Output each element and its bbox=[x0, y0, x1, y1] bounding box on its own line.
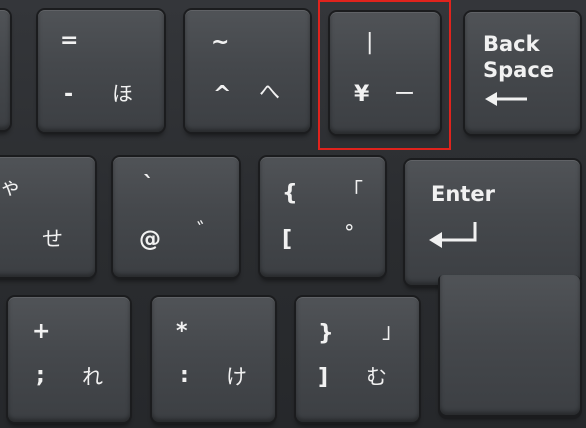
key-enter-lower[interactable] bbox=[440, 275, 580, 415]
legend-top: ` bbox=[143, 173, 154, 198]
legend-kana: ° bbox=[344, 221, 355, 245]
key-minus-ho[interactable]: = - ほ bbox=[38, 10, 164, 132]
legend-kana: む bbox=[366, 365, 387, 389]
legend-kana: け bbox=[226, 365, 247, 389]
legend-bottom-left: [ bbox=[282, 227, 293, 252]
legend-bottom-left: ; bbox=[36, 363, 45, 388]
key-bracket-open[interactable]: { 「 [ ° bbox=[260, 157, 385, 277]
backspace-label-line1: Back bbox=[483, 32, 540, 56]
backspace-label-line2: Space bbox=[483, 58, 555, 82]
legend-kana: ほ bbox=[112, 82, 133, 106]
key-semicolon[interactable]: + ; れ bbox=[8, 297, 130, 422]
legend-kana-top: 「 bbox=[342, 179, 363, 203]
legend-top-left: } bbox=[318, 321, 334, 346]
key-caret-he[interactable]: ~ ^ へ bbox=[185, 10, 310, 132]
legend-top: * bbox=[176, 319, 188, 344]
legend-top-left: { bbox=[282, 181, 298, 206]
key-backspace[interactable]: Back Space bbox=[465, 12, 580, 134]
enter-label: Enter bbox=[431, 182, 495, 206]
key-enter[interactable]: Enter bbox=[405, 160, 580, 285]
key-at[interactable]: ` @ ゛ bbox=[113, 157, 239, 277]
key-bracket-close[interactable]: } 」 ] む bbox=[296, 297, 419, 422]
legend-bottom-left: ^ bbox=[213, 82, 232, 107]
legend-bottom-left: ] bbox=[318, 365, 329, 390]
legend-kana: れ bbox=[82, 365, 103, 389]
legend-top: ~ bbox=[211, 30, 230, 55]
key-partial-left-row1[interactable] bbox=[0, 10, 10, 130]
return-arrow-icon bbox=[429, 222, 477, 248]
legend-kana: へ bbox=[259, 80, 280, 104]
key-colon[interactable]: * : け bbox=[152, 297, 275, 422]
legend-kana: ゛ bbox=[197, 219, 218, 243]
keyboard: = - ほ ~ ^ へ | ¥ ー Back Space ゃ せ ` @ ゛ {… bbox=[0, 0, 586, 428]
key-row2-left[interactable]: ゃ せ bbox=[0, 157, 95, 277]
legend-bottom-left: - bbox=[64, 82, 74, 107]
legend-kana: せ bbox=[42, 227, 63, 251]
legend-kana-top: ゃ bbox=[0, 175, 21, 199]
legend-top: = bbox=[60, 28, 79, 53]
legend-top: + bbox=[32, 319, 51, 344]
highlight-box bbox=[318, 0, 451, 150]
left-arrow-icon bbox=[485, 92, 527, 106]
legend-kana-top: 」 bbox=[382, 319, 403, 343]
legend-bottom-left: @ bbox=[139, 227, 161, 252]
legend-bottom-left: : bbox=[180, 363, 189, 388]
